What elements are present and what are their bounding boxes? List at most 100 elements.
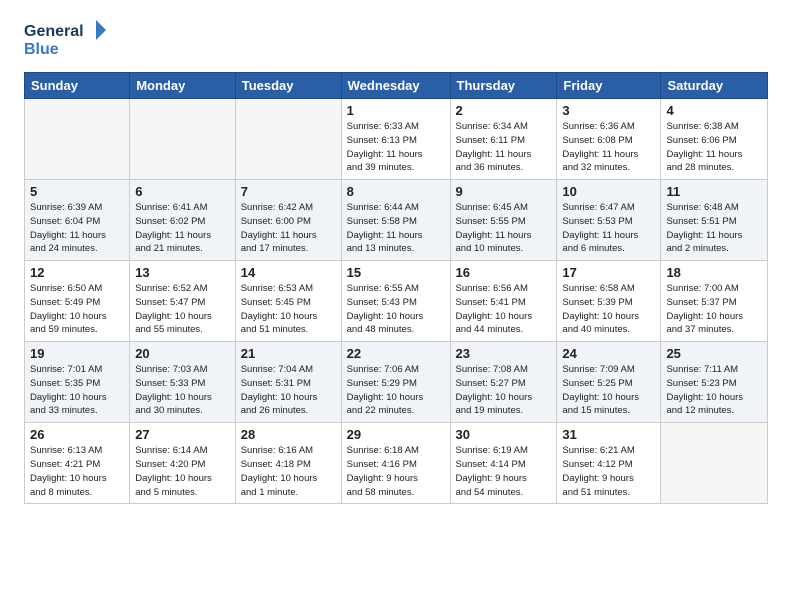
day-number: 28 [241,427,336,442]
day-cell: 4Sunrise: 6:38 AM Sunset: 6:06 PM Daylig… [661,99,768,180]
day-info: Sunrise: 6:19 AM Sunset: 4:14 PM Dayligh… [456,444,552,499]
page: General Blue SundayMondayTuesdayWednesda… [0,0,792,522]
svg-text:General: General [24,23,84,40]
week-row-5: 26 Sunrise: 6:13 AM Sunset: 4:21 PM Dayli… [25,423,768,504]
day-number: 27 [135,427,230,442]
day-cell: 29 Sunrise: 6:18 AM Sunset: 4:16 PM Dayli… [341,423,450,504]
day-cell: 6 Sunrise: 6:41 AM Sunset: 6:02 PM Daylig… [130,180,236,261]
day-number: 15 [347,265,445,280]
day-cell: 1 Sunrise: 6:33 AM Sunset: 6:13 PM Daylig… [341,99,450,180]
day-number: 25 [666,346,762,361]
day-cell: 22 Sunrise: 7:06 AM Sunset: 5:29 PM Dayli… [341,342,450,423]
day-info: Sunrise: 6:33 AM Sunset: 6:13 PM Dayligh… [347,120,445,175]
day-cell: 15 Sunrise: 6:55 AM Sunset: 5:43 PM Dayli… [341,261,450,342]
day-cell: 14 Sunrise: 6:53 AM Sunset: 5:45 PM Dayli… [235,261,341,342]
col-header-monday: Monday [130,73,236,99]
day-cell: 16 Sunrise: 6:56 AM Sunset: 5:41 PM Dayli… [450,261,557,342]
day-number: 2 [456,103,552,118]
col-header-thursday: Thursday [450,73,557,99]
day-cell: 10 Sunrise: 6:47 AM Sunset: 5:53 PM Dayli… [557,180,661,261]
day-info: Sunrise: 7:11 AM Sunset: 5:23 PM Dayligh… [666,363,762,418]
day-cell: 7 Sunrise: 6:42 AM Sunset: 6:00 PM Daylig… [235,180,341,261]
day-info: Sunrise: 6:34 AM Sunset: 6:11 PM Dayligh… [456,120,552,175]
day-number: 17 [562,265,655,280]
svg-text:Blue: Blue [24,41,59,58]
day-info: Sunrise: 6:48 AM Sunset: 5:51 PM Dayligh… [666,201,762,256]
week-row-2: 5Sunrise: 6:39 AM Sunset: 6:04 PM Daylig… [25,180,768,261]
day-number: 10 [562,184,655,199]
day-cell: 2 Sunrise: 6:34 AM Sunset: 6:11 PM Daylig… [450,99,557,180]
day-cell: 13Sunrise: 6:52 AM Sunset: 5:47 PM Dayli… [130,261,236,342]
day-info: Sunrise: 6:44 AM Sunset: 5:58 PM Dayligh… [347,201,445,256]
day-cell: 28 Sunrise: 6:16 AM Sunset: 4:18 PM Dayli… [235,423,341,504]
day-cell: 19 Sunrise: 7:01 AM Sunset: 5:35 PM Dayli… [25,342,130,423]
day-cell: 17 Sunrise: 6:58 AM Sunset: 5:39 PM Dayli… [557,261,661,342]
day-number: 18 [666,265,762,280]
day-info: Sunrise: 6:14 AM Sunset: 4:20 PM Dayligh… [135,444,230,499]
week-row-4: 19 Sunrise: 7:01 AM Sunset: 5:35 PM Dayli… [25,342,768,423]
header: General Blue [24,18,768,62]
day-info: Sunrise: 6:55 AM Sunset: 5:43 PM Dayligh… [347,282,445,337]
day-info: Sunrise: 7:00 AM Sunset: 5:37 PM Dayligh… [666,282,762,337]
day-number: 23 [456,346,552,361]
col-header-saturday: Saturday [661,73,768,99]
day-number: 14 [241,265,336,280]
day-info: Sunrise: 6:41 AM Sunset: 6:02 PM Dayligh… [135,201,230,256]
day-cell: 26 Sunrise: 6:13 AM Sunset: 4:21 PM Dayli… [25,423,130,504]
day-number: 1 [347,103,445,118]
day-cell: 8 Sunrise: 6:44 AM Sunset: 5:58 PM Daylig… [341,180,450,261]
day-cell [130,99,236,180]
day-number: 4 [666,103,762,118]
day-number: 8 [347,184,445,199]
week-row-3: 12Sunrise: 6:50 AM Sunset: 5:49 PM Dayli… [25,261,768,342]
header-row: SundayMondayTuesdayWednesdayThursdayFrid… [25,73,768,99]
day-number: 21 [241,346,336,361]
day-cell: 3 Sunrise: 6:36 AM Sunset: 6:08 PM Daylig… [557,99,661,180]
day-number: 3 [562,103,655,118]
day-number: 12 [30,265,124,280]
day-info: Sunrise: 6:42 AM Sunset: 6:00 PM Dayligh… [241,201,336,256]
day-info: Sunrise: 7:09 AM Sunset: 5:25 PM Dayligh… [562,363,655,418]
day-cell: 5Sunrise: 6:39 AM Sunset: 6:04 PM Daylig… [25,180,130,261]
day-info: Sunrise: 6:16 AM Sunset: 4:18 PM Dayligh… [241,444,336,499]
day-number: 7 [241,184,336,199]
day-cell: 11 Sunrise: 6:48 AM Sunset: 5:51 PM Dayli… [661,180,768,261]
day-info: Sunrise: 6:45 AM Sunset: 5:55 PM Dayligh… [456,201,552,256]
day-info: Sunrise: 6:58 AM Sunset: 5:39 PM Dayligh… [562,282,655,337]
day-info: Sunrise: 7:06 AM Sunset: 5:29 PM Dayligh… [347,363,445,418]
day-info: Sunrise: 6:13 AM Sunset: 4:21 PM Dayligh… [30,444,124,499]
day-number: 26 [30,427,124,442]
col-header-sunday: Sunday [25,73,130,99]
day-cell [661,423,768,504]
day-cell: 24Sunrise: 7:09 AM Sunset: 5:25 PM Dayli… [557,342,661,423]
day-info: Sunrise: 6:47 AM Sunset: 5:53 PM Dayligh… [562,201,655,256]
day-number: 30 [456,427,552,442]
day-info: Sunrise: 7:04 AM Sunset: 5:31 PM Dayligh… [241,363,336,418]
day-info: Sunrise: 7:08 AM Sunset: 5:27 PM Dayligh… [456,363,552,418]
day-number: 31 [562,427,655,442]
day-cell: 23 Sunrise: 7:08 AM Sunset: 5:27 PM Dayli… [450,342,557,423]
day-number: 13 [135,265,230,280]
day-cell: 12Sunrise: 6:50 AM Sunset: 5:49 PM Dayli… [25,261,130,342]
day-number: 22 [347,346,445,361]
day-number: 20 [135,346,230,361]
day-number: 29 [347,427,445,442]
day-number: 16 [456,265,552,280]
day-cell: 25 Sunrise: 7:11 AM Sunset: 5:23 PM Dayli… [661,342,768,423]
day-cell: 27 Sunrise: 6:14 AM Sunset: 4:20 PM Dayli… [130,423,236,504]
day-info: Sunrise: 6:18 AM Sunset: 4:16 PM Dayligh… [347,444,445,499]
day-info: Sunrise: 6:53 AM Sunset: 5:45 PM Dayligh… [241,282,336,337]
logo-svg: General Blue [24,18,114,62]
day-number: 19 [30,346,124,361]
day-info: Sunrise: 7:01 AM Sunset: 5:35 PM Dayligh… [30,363,124,418]
day-number: 6 [135,184,230,199]
day-info: Sunrise: 6:36 AM Sunset: 6:08 PM Dayligh… [562,120,655,175]
calendar: SundayMondayTuesdayWednesdayThursdayFrid… [24,72,768,504]
day-number: 5 [30,184,124,199]
day-cell [235,99,341,180]
day-cell [25,99,130,180]
day-info: Sunrise: 6:56 AM Sunset: 5:41 PM Dayligh… [456,282,552,337]
day-info: Sunrise: 7:03 AM Sunset: 5:33 PM Dayligh… [135,363,230,418]
day-number: 11 [666,184,762,199]
col-header-friday: Friday [557,73,661,99]
